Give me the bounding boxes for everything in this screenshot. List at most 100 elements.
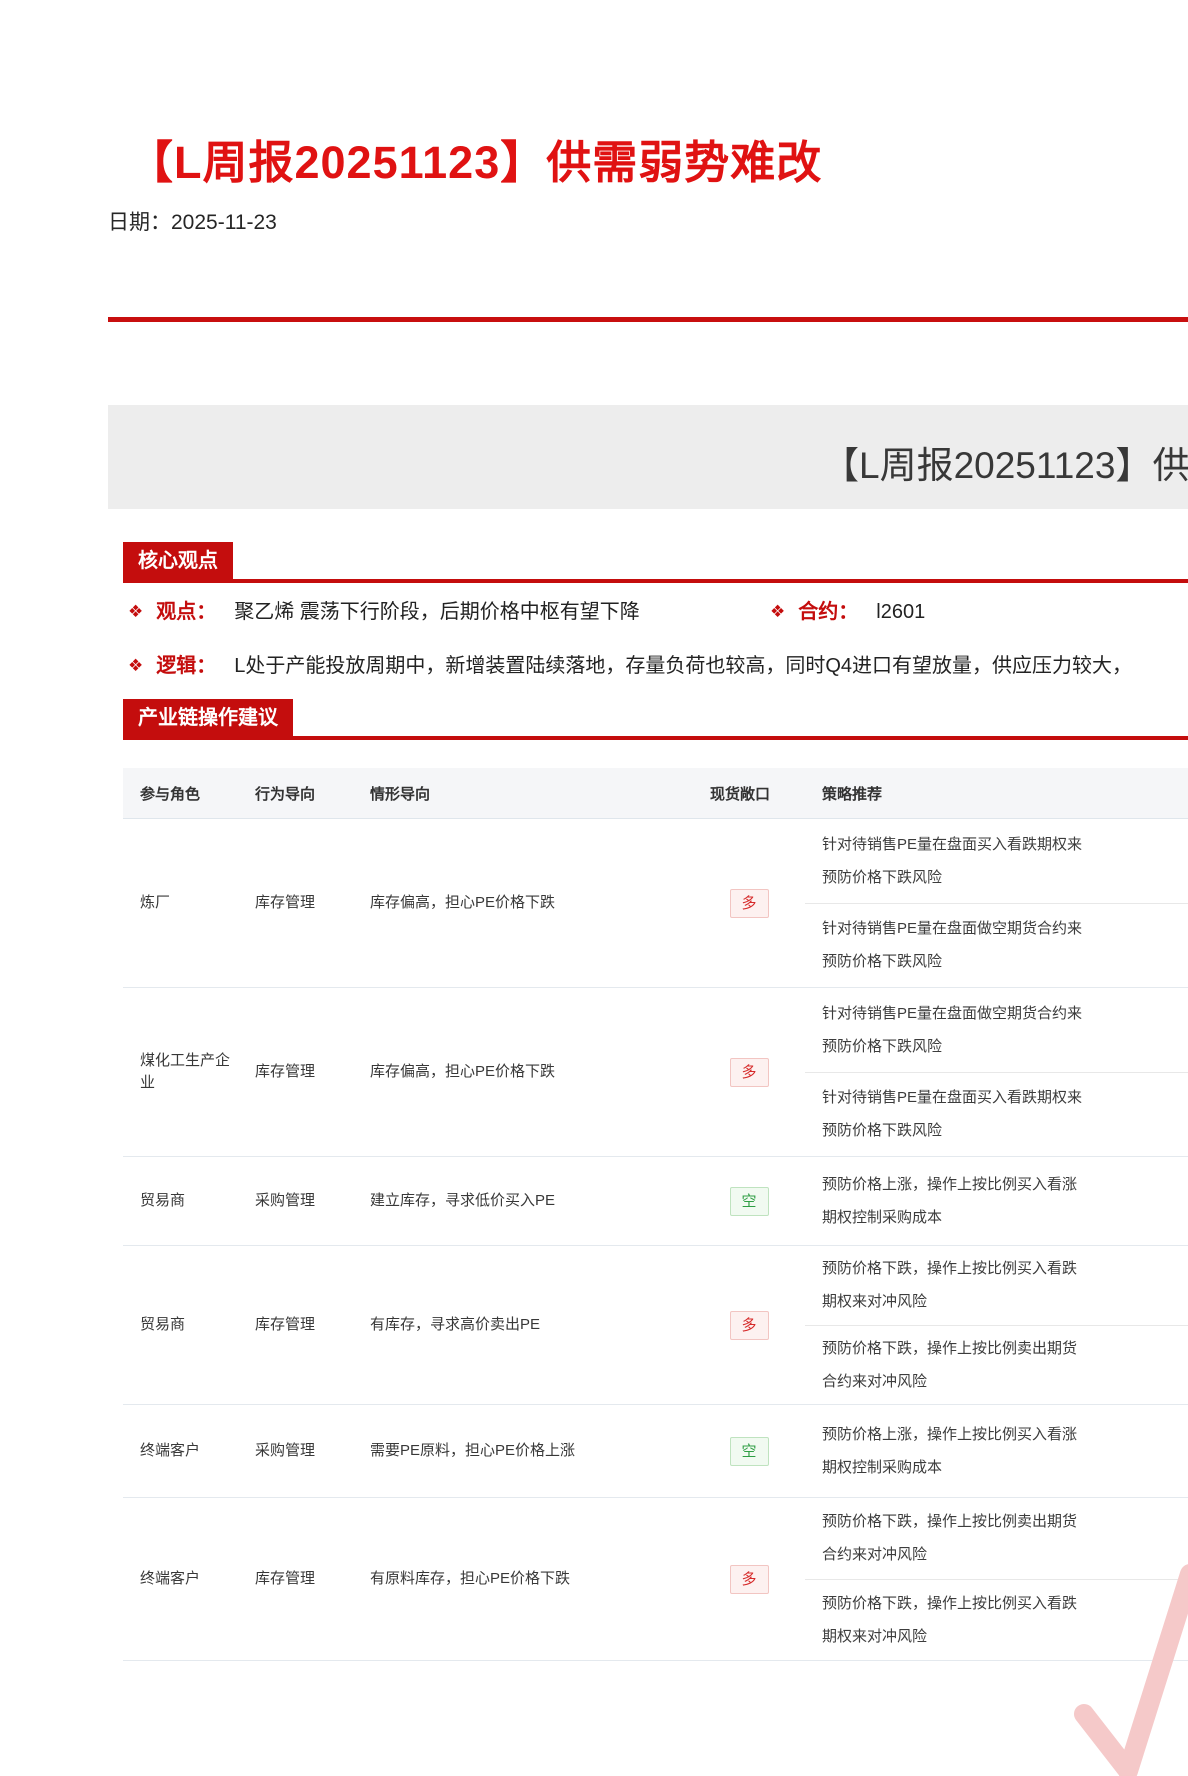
contract-row: ❖ 合约： l2601	[770, 598, 925, 626]
situation-cell-text: 有原料库存，担心PE价格下跌	[370, 1570, 571, 1587]
exposure-cell: 多	[693, 1246, 805, 1404]
strategy-line: 预防价格下跌，操作上按比例买入看跌	[822, 1594, 1078, 1612]
strategy-line: 针对待销售PE量在盘面买入看跌期权来	[822, 1089, 1083, 1107]
strategy-line: 合约来对冲风险	[822, 1372, 928, 1390]
strategy-recommendation: 预防价格下跌，操作上按比例卖出期货 合约来对冲风险	[805, 1498, 1188, 1579]
date-value: 2025-11-23	[171, 211, 277, 234]
viewpoint-text: 聚乙烯 震荡下行阶段，后期价格中枢有望下降	[234, 601, 640, 623]
role-cell: 炼厂	[123, 819, 238, 987]
strategy-line: 针对待销售PE量在盘面做空期货合约来	[822, 920, 1083, 938]
date-label: 日期：	[108, 211, 171, 234]
table-header-cell: 现货敞口	[710, 785, 771, 803]
banner-title: 【L周报20251123】供需弱势难改	[822, 445, 1188, 486]
strategy-cell: 针对待销售PE量在盘面买入看跌期权来 预防价格下跌风险 针对待销售PE量在盘面做空期…	[805, 819, 1188, 987]
section-core-viewpoint: 核心观点	[123, 542, 1188, 583]
logic-text: L处于产能投放周期中，新增装置陆续落地，存量负荷也较高，同时Q4进口有望放量，供…	[234, 655, 1133, 677]
exposure-badge-long: 多	[729, 1310, 769, 1340]
situation-cell-text: 库存偏高，担心PE价格下跌	[370, 894, 556, 911]
role-cell: 贸易商	[123, 1157, 238, 1245]
diamond-bullet-icon: ❖	[128, 656, 144, 675]
role-cell: 终端客户	[123, 1498, 238, 1660]
strategy-line: 预防价格下跌，操作上按比例卖出期货	[822, 1339, 1078, 1357]
table-header-cell: 情形导向	[370, 785, 431, 803]
strategy-recommendation: 预防价格上涨，操作上按比例买入看涨 期权控制采购成本	[805, 1157, 1188, 1245]
situation-cell-text: 需要PE原料，担心PE价格上涨	[370, 1442, 576, 1459]
strategy-line: 预防价格下跌风险	[822, 1037, 943, 1055]
table-header-cell: 参与角色	[140, 785, 201, 803]
behavior-cell: 库存管理	[238, 1246, 353, 1404]
role-cell: 煤化工生产企业	[123, 988, 238, 1156]
exposure-badge-short: 空	[729, 1186, 769, 1216]
role-cell: 终端客户	[123, 1405, 238, 1497]
table-header-row: 参与角色 行为导向 情形导向 现货敞口 策略推荐	[123, 768, 1188, 819]
diamond-bullet-icon: ❖	[770, 602, 786, 621]
behavior-cell-text: 采购管理	[255, 1192, 316, 1209]
table-row: 煤化工生产企业 库存管理 库存偏高，担心PE价格下跌 多 针对待销售PE量在盘面做空期货…	[123, 988, 1188, 1157]
role-cell-text: 煤化工生产企业	[140, 1052, 231, 1091]
table-header-cell: 策略推荐	[822, 785, 883, 803]
role-cell-text: 贸易商	[140, 1192, 186, 1209]
exposure-badge-long: 多	[729, 1057, 769, 1087]
exposure-cell: 空	[693, 1157, 805, 1245]
exposure-cell: 多	[693, 1498, 805, 1660]
strategy-recommendation: 针对待销售PE量在盘面买入看跌期权来 预防价格下跌风险	[805, 819, 1188, 903]
exposure-cell: 多	[693, 988, 805, 1156]
behavior-cell: 库存管理	[238, 1498, 353, 1660]
strategy-recommendation: 针对待销售PE量在盘面做空期货合约来 预防价格下跌风险	[805, 988, 1188, 1072]
table-row: 终端客户 采购管理 需要PE原料，担心PE价格上涨 空 预防价格上涨，操作上按比例买入看…	[123, 1405, 1188, 1498]
strategy-cell: 预防价格下跌，操作上按比例卖出期货 合约来对冲风险 预防价格下跌，操作上按比例买入看…	[805, 1498, 1188, 1660]
table-row: 炼厂 库存管理 库存偏高，担心PE价格下跌 多 针对待销售PE量在盘面买入看跌期权来 预防…	[123, 819, 1188, 988]
strategy-recommendation: 预防价格上涨，操作上按比例买入看涨 期权控制采购成本	[805, 1405, 1188, 1497]
table-row: 贸易商 库存管理 有库存，寻求高价卖出PE 多 预防价格下跌，操作上按比例买入看跌 期权来…	[123, 1246, 1188, 1405]
situation-cell-text: 库存偏高，担心PE价格下跌	[370, 1063, 556, 1080]
strategy-recommendation: 预防价格下跌，操作上按比例买入看跌 期权来对冲风险	[805, 1246, 1188, 1325]
table-row: 终端客户 库存管理 有原料库存，担心PE价格下跌 多 预防价格下跌，操作上按比例卖出期货…	[123, 1498, 1188, 1661]
strategy-line: 期权来对冲风险	[822, 1293, 928, 1311]
table-header-cell: 行为导向	[255, 785, 316, 803]
logic-row: ❖ 逻辑： L处于产能投放周期中，新增装置陆续落地，存量负荷也较高，同时Q4进口…	[128, 652, 1188, 680]
strategy-line: 期权控制采购成本	[822, 1209, 943, 1226]
page-title: 【L周报20251123】供需弱势难改	[128, 137, 823, 189]
red-divider-rule	[108, 317, 1188, 322]
role-cell: 贸易商	[123, 1246, 238, 1404]
strategy-recommendation: 预防价格下跌，操作上按比例买入看跌 期权来对冲风险	[805, 1578, 1188, 1661]
strategy-line: 预防价格下跌风险	[822, 868, 943, 886]
behavior-cell: 库存管理	[238, 819, 353, 987]
behavior-cell-text: 库存管理	[255, 1316, 316, 1333]
behavior-cell: 采购管理	[238, 1157, 353, 1245]
strategy-recommendation: 针对待销售PE量在盘面买入看跌期权来 预防价格下跌风险	[805, 1071, 1188, 1157]
situation-cell-text: 有库存，寻求高价卖出PE	[370, 1316, 541, 1333]
strategy-cell: 预防价格上涨，操作上按比例买入看涨 期权控制采购成本	[805, 1157, 1188, 1245]
advice-table: 参与角色 行为导向 情形导向 现货敞口 策略推荐 炼厂 库存管理 库存偏高，担心PE价格下跌…	[123, 768, 1188, 1661]
strategy-cell: 预防价格上涨，操作上按比例买入看涨 期权控制采购成本	[805, 1405, 1188, 1497]
section-core-badge: 核心观点	[123, 542, 233, 579]
report-date: 日期：2025-11-23	[108, 206, 277, 236]
situation-cell: 建立库存，寻求低价买入PE	[353, 1157, 693, 1245]
contract-value: l2601	[876, 601, 926, 623]
contract-label: 合约：	[798, 601, 859, 623]
role-cell-text: 炼厂	[140, 894, 171, 911]
behavior-cell: 库存管理	[238, 988, 353, 1156]
strategy-line: 预防价格下跌风险	[822, 953, 943, 971]
strategy-line: 针对待销售PE量在盘面做空期货合约来	[822, 1004, 1083, 1022]
behavior-cell-text: 库存管理	[255, 1063, 316, 1080]
viewpoint-row: ❖ 观点： 聚乙烯 震荡下行阶段，后期价格中枢有望下降	[128, 598, 640, 626]
strategy-line: 预防价格下跌，操作上按比例买入看跌	[822, 1260, 1078, 1278]
strategy-line: 针对待销售PE量在盘面买入看跌期权来	[822, 835, 1083, 853]
role-cell-text: 贸易商	[140, 1316, 186, 1333]
strategy-line: 期权控制采购成本	[822, 1459, 943, 1476]
strategy-recommendation: 预防价格下跌，操作上按比例卖出期货 合约来对冲风险	[805, 1324, 1188, 1405]
logic-label: 逻辑：	[156, 655, 217, 677]
section-advice: 产业链操作建议	[123, 699, 1188, 740]
behavior-cell-text: 采购管理	[255, 1442, 316, 1459]
situation-cell: 有库存，寻求高价卖出PE	[353, 1246, 693, 1404]
role-cell-text: 终端客户	[140, 1570, 201, 1587]
exposure-badge-long: 多	[729, 888, 769, 918]
strategy-cell: 预防价格下跌，操作上按比例买入看跌 期权来对冲风险 预防价格下跌，操作上按比例卖出期…	[805, 1246, 1188, 1404]
strategy-line: 合约来对冲风险	[822, 1546, 928, 1564]
diamond-bullet-icon: ❖	[128, 602, 144, 621]
strategy-recommendation: 针对待销售PE量在盘面做空期货合约来 预防价格下跌风险	[805, 902, 1188, 988]
behavior-cell: 采购管理	[238, 1405, 353, 1497]
strategy-line: 期权来对冲风险	[822, 1627, 928, 1645]
exposure-badge-long: 多	[729, 1564, 769, 1594]
